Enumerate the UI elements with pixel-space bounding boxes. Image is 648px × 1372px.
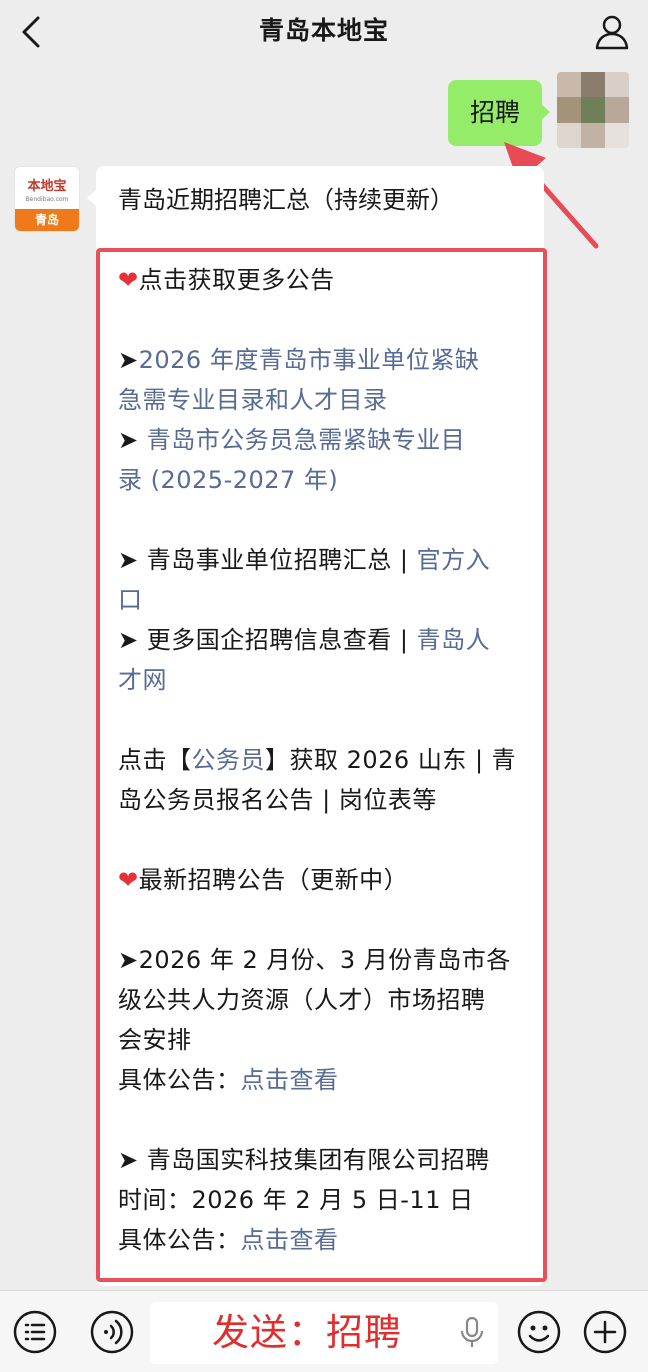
logo-text: 本地宝: [27, 179, 67, 194]
link-talent-network[interactable]: 青岛人: [417, 626, 491, 654]
input-toolbar: 发送：招聘: [0, 1290, 648, 1372]
incoming-bubble-tail: [87, 189, 97, 207]
profile-icon[interactable]: [590, 10, 634, 54]
content-text: 具体公告：: [118, 1226, 241, 1254]
content-text: 】获取 2026 山东 | 青: [265, 746, 517, 774]
content-line: 点击【公务员】获取 2026 山东 | 青: [118, 740, 536, 780]
message-content: ❤点击获取更多公告 ➤2026 年度青岛市事业单位紧缺 急需专业目录和人才目录 …: [118, 260, 536, 1260]
emoji-icon[interactable]: [516, 1309, 562, 1355]
bullet-arrow: ➤: [118, 346, 139, 374]
menu-list-icon[interactable]: [12, 1309, 58, 1355]
bot-avatar[interactable]: 本地宝 Bendibao.com 青岛: [14, 166, 80, 232]
plus-icon[interactable]: [582, 1309, 628, 1355]
link-civil-servant-catalog-cont[interactable]: 录 (2025-2027 年): [118, 466, 338, 494]
outgoing-bubble-tail: [540, 103, 550, 121]
content-text: 具体公告：: [118, 1066, 241, 1094]
link-official-entry[interactable]: 官方入: [417, 546, 491, 574]
content-text: ➤ 更多国企招聘信息查看 |: [118, 626, 417, 654]
content-line: 口: [118, 580, 536, 620]
link-view-details[interactable]: 点击查看: [241, 1226, 339, 1254]
content-text: 点击【: [118, 746, 192, 774]
content-line: 具体公告：点击查看: [118, 1220, 536, 1260]
content-line: ➤ 青岛国实科技集团有限公司招聘: [118, 1146, 490, 1174]
content-line: 急需专业目录和人才目录: [118, 380, 536, 420]
content-line: 才网: [118, 660, 536, 700]
chat-header: 青岛本地宝: [0, 0, 648, 66]
link-talent-network-cont[interactable]: 才网: [118, 666, 167, 694]
heart-icon: ❤: [118, 266, 139, 294]
logo-url-text: Bendibao.com: [25, 196, 69, 203]
content-line: ➤ 青岛市公务员急需紧缺专业目: [118, 420, 536, 460]
content-line: 时间：2026 年 2 月 5 日-11 日: [118, 1186, 474, 1214]
link-civil-servant-catalog[interactable]: 青岛市公务员急需紧缺专业目: [147, 426, 466, 454]
link-view-details[interactable]: 点击查看: [241, 1066, 339, 1094]
content-text: 点击获取更多公告: [138, 266, 335, 294]
content-line: 级公共人力资源（人才）市场招聘: [118, 986, 486, 1014]
input-text: 发送：招聘: [212, 1311, 402, 1354]
content-line: 录 (2025-2027 年): [118, 460, 536, 500]
voice-icon[interactable]: [89, 1309, 135, 1355]
content-line: 会安排: [118, 1026, 192, 1054]
link-civil-servant[interactable]: 公务员: [192, 746, 266, 774]
content-line: 具体公告：点击查看: [118, 1060, 536, 1100]
content-line: ➤ 青岛事业单位招聘汇总 | 官方入: [118, 540, 536, 580]
link-official-entry-cont[interactable]: 口: [118, 586, 143, 614]
content-line: ➤2026 年度青岛市事业单位紧缺: [118, 340, 536, 380]
content-text: ➤ 青岛事业单位招聘汇总 |: [118, 546, 417, 574]
message-input[interactable]: 发送：招聘: [150, 1302, 498, 1364]
content-line: ➤2026 年 2 月份、3 月份青岛市各: [118, 946, 511, 974]
logo-city-label: 青岛: [15, 209, 79, 231]
heart-icon: ❤: [118, 866, 139, 894]
content-line: ➤ 更多国企招聘信息查看 | 青岛人: [118, 620, 536, 660]
content-text: 最新招聘公告（更新中）: [138, 866, 409, 894]
message-title: 青岛近期招聘汇总（持续更新）: [118, 186, 454, 214]
link-talent-catalog-cont[interactable]: 急需专业目录和人才目录: [118, 386, 388, 414]
microphone-icon[interactable]: [458, 1316, 486, 1350]
content-line: ❤点击获取更多公告: [118, 260, 536, 300]
chat-title: 青岛本地宝: [258, 16, 389, 45]
content-line: 岛公务员报名公告 | 岗位表等: [118, 786, 437, 814]
link-talent-catalog[interactable]: 2026 年度青岛市事业单位紧缺: [139, 346, 480, 374]
content-line: ❤最新招聘公告（更新中）: [118, 860, 536, 900]
bullet-arrow: ➤: [118, 426, 147, 454]
